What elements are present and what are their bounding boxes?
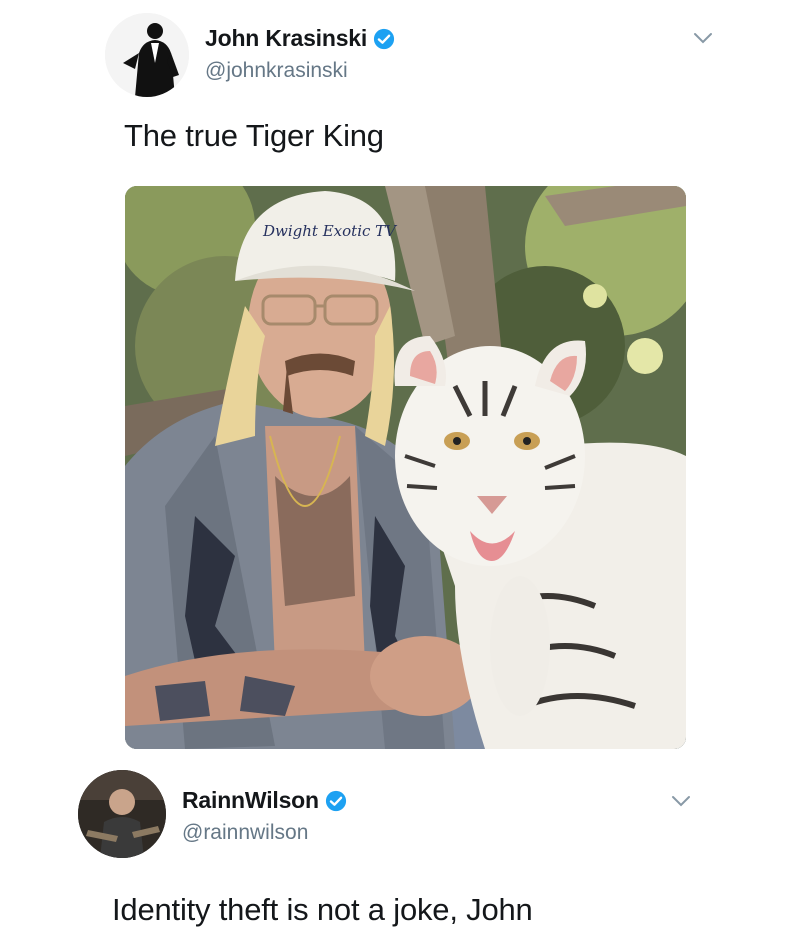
avatar-rainn-wilson[interactable] <box>78 770 166 858</box>
cap-text: Dwight Exotic TV <box>262 222 398 240</box>
tweet-text: The true Tiger King <box>124 118 384 153</box>
name-row: John Krasinski <box>205 25 395 52</box>
verified-badge-icon <box>325 790 346 811</box>
tweet-text: Identity theft is not a joke, John <box>112 892 533 927</box>
handle[interactable]: @rainnwilson <box>182 821 308 845</box>
avatar-john-krasinski[interactable] <box>105 13 189 97</box>
avatar-image <box>105 13 189 97</box>
display-name[interactable]: John Krasinski <box>205 25 367 52</box>
tweet-media-photo[interactable]: Dwight Exotic TV <box>125 186 686 749</box>
photo-man-with-white-tiger: Dwight Exotic TV <box>125 186 686 749</box>
name-row: RainnWilson <box>182 787 347 814</box>
avatar-image <box>78 770 166 858</box>
display-name[interactable]: RainnWilson <box>182 787 319 814</box>
verified-badge-icon <box>374 28 395 49</box>
chevron-down-icon[interactable] <box>671 794 691 808</box>
handle[interactable]: @johnkrasinski <box>205 59 348 83</box>
chevron-down-icon[interactable] <box>693 31 713 45</box>
